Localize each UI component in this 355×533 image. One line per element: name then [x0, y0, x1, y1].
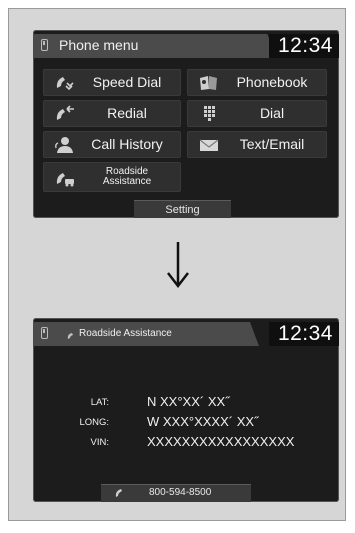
call-history-button[interactable]: Call History	[43, 131, 181, 158]
dial-label: Dial	[259, 105, 285, 122]
longitude-label: LONG:	[79, 417, 109, 428]
call-roadside-button[interactable]: 800-594-8500	[101, 484, 251, 502]
roadside-icon	[56, 173, 74, 187]
vin-value: XXXXXXXXXXXXXXXXX	[147, 434, 295, 449]
latitude-value: N XX°XX´ XX˝	[147, 394, 230, 409]
redial-button[interactable]: Redial	[43, 100, 181, 127]
call-history-icon	[55, 137, 73, 153]
keypad-icon	[204, 106, 215, 121]
latitude-label: LAT:	[90, 397, 109, 408]
down-arrow-icon	[167, 242, 189, 289]
longitude-value: W XXX°XXXX´ XX˝	[147, 414, 259, 429]
phone-status-icon	[41, 39, 48, 51]
roadside-assistance-screen: Roadside Assistance 12:34	[33, 318, 339, 502]
phone-status-icon	[41, 327, 48, 339]
text-email-button[interactable]: Text/Email	[187, 131, 327, 158]
speed-dial-button[interactable]: Speed Dial	[43, 69, 181, 96]
dial-button[interactable]: Dial	[187, 100, 327, 127]
call-history-label: Call History	[91, 136, 163, 153]
screen-header: Roadside Assistance 12:34	[33, 318, 339, 350]
screen-header: Phone menu 12:34	[33, 30, 339, 62]
call-icon	[115, 489, 122, 497]
phone-number: 800-594-8500	[149, 487, 212, 498]
phonebook-icon	[200, 76, 217, 90]
screen-title: Roadside Assistance	[79, 328, 172, 339]
roadside-assistance-label: Roadside Assistance	[102, 165, 152, 187]
roadside-assistance-button[interactable]: Roadside Assistance	[43, 162, 181, 192]
text-email-label: Text/Email	[239, 136, 305, 153]
setting-button[interactable]: Setting	[134, 200, 231, 218]
phone-menu-screen: Phone menu 12:34 Speed Dial Phonebook Re…	[33, 30, 339, 218]
clock: 12:34	[277, 322, 333, 345]
speed-dial-label: Speed Dial	[92, 74, 162, 91]
screen-title: Phone menu	[59, 37, 139, 53]
vin-label: VIN:	[90, 437, 109, 448]
phonebook-button[interactable]: Phonebook	[187, 69, 327, 96]
redial-label: Redial	[107, 105, 147, 122]
handset-icon	[67, 333, 73, 339]
redial-icon	[56, 105, 74, 120]
phonebook-label: Phonebook	[236, 74, 308, 91]
clock: 12:34	[277, 34, 333, 57]
envelope-icon	[199, 139, 219, 151]
speed-dial-icon	[56, 77, 74, 91]
